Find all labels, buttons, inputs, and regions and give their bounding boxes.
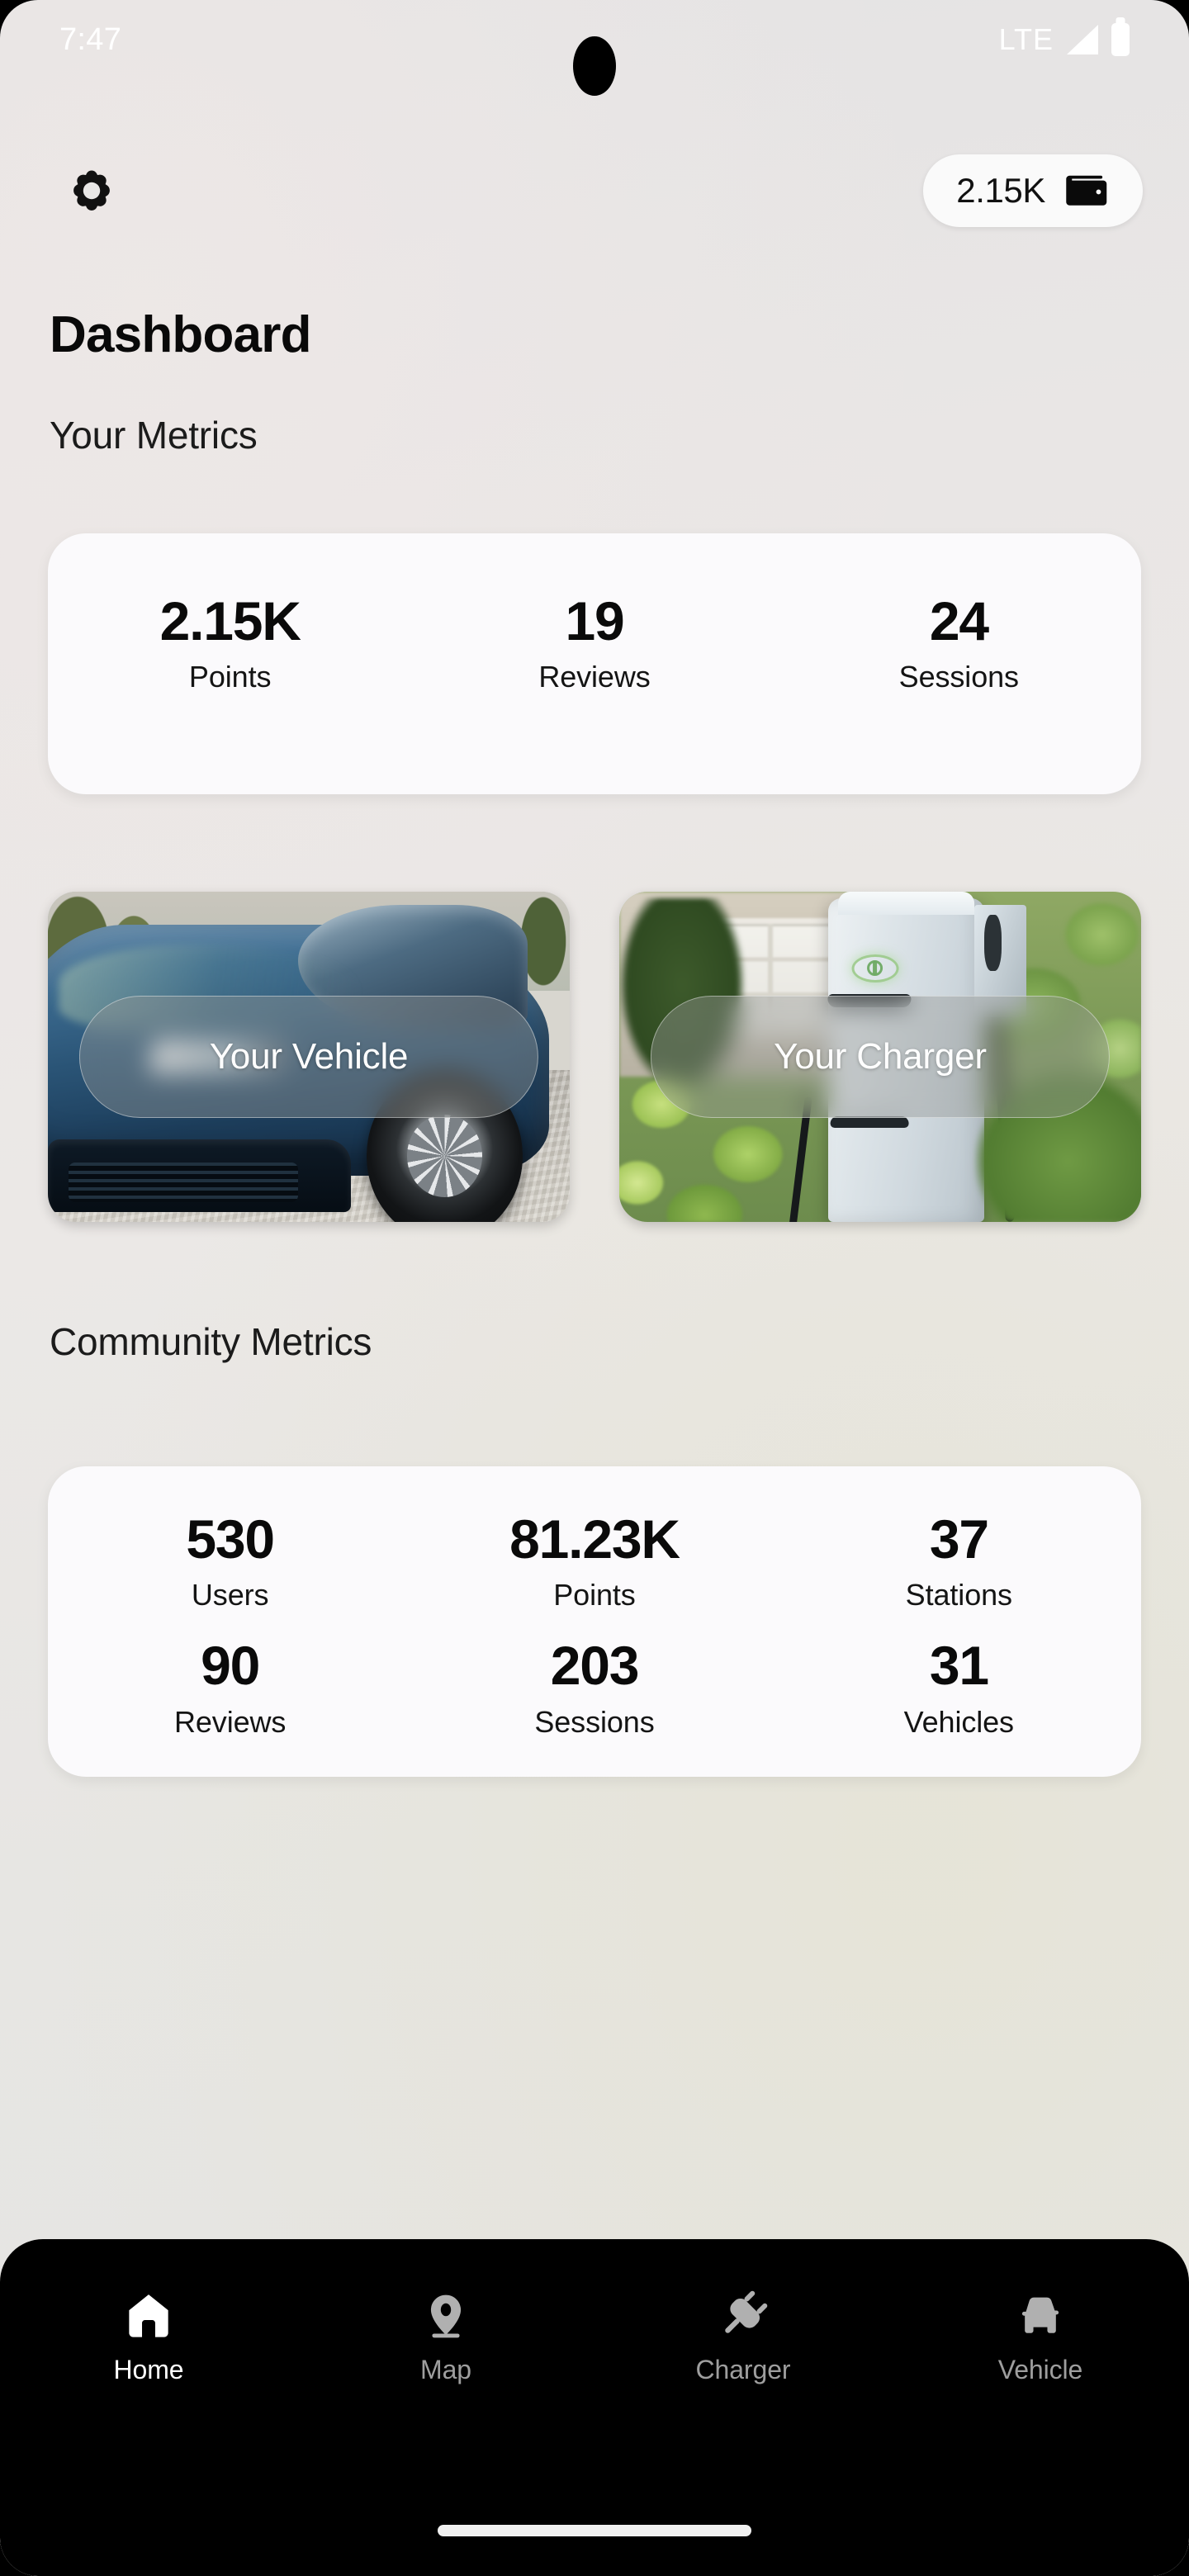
wallet-icon <box>1066 175 1107 206</box>
your-vehicle-tile[interactable]: Your Vehicle <box>48 892 570 1222</box>
metric-value: 81.23K <box>509 1508 680 1570</box>
nav-item-vehicle[interactable]: Vehicle <box>892 2280 1189 2385</box>
bottom-navigation-bar: Home Map Charger Vehicle <box>0 2239 1189 2576</box>
home-indicator <box>438 2525 751 2536</box>
metric-value: 24 <box>929 590 989 651</box>
page-title: Dashboard <box>50 306 311 363</box>
metric-users: 530 Users <box>48 1508 412 1612</box>
your-metrics-heading: Your Metrics <box>50 414 258 457</box>
your-metrics-row: 2.15K Points 19 Reviews 24 Sessions <box>48 533 1141 694</box>
metric-sessions: 203 Sessions <box>412 1635 776 1739</box>
metric-sessions: 24 Sessions <box>777 590 1141 694</box>
home-icon <box>121 2280 176 2343</box>
metric-label: Sessions <box>534 1704 655 1739</box>
car-icon <box>1012 2280 1068 2343</box>
metric-reviews: 19 Reviews <box>412 590 776 694</box>
metric-points: 2.15K Points <box>48 590 412 694</box>
vehicle-tile-pill: Your Vehicle <box>78 996 539 1118</box>
nav-label: Home <box>113 2355 184 2384</box>
charger-status-indicator-icon <box>851 954 899 983</box>
nav-label: Map <box>420 2355 471 2384</box>
nav-item-map[interactable]: Map <box>297 2280 594 2385</box>
metric-value: 2.15K <box>159 590 301 651</box>
metric-label: Stations <box>905 1578 1012 1612</box>
metric-reviews: 90 Reviews <box>48 1635 412 1739</box>
community-metrics-heading: Community Metrics <box>50 1320 372 1363</box>
nav-item-home[interactable]: Home <box>0 2280 297 2385</box>
community-metrics-card: 530 Users 81.23K Points 37 Stations 90 R… <box>48 1466 1141 1777</box>
status-time: 7:47 <box>59 21 122 57</box>
metric-label: Reviews <box>538 660 651 694</box>
charger-side-slot <box>984 915 1002 971</box>
your-metrics-card: 2.15K Points 19 Reviews 24 Sessions <box>48 533 1141 794</box>
metric-label: Points <box>188 660 272 694</box>
your-charger-tile[interactable]: Your Charger <box>619 892 1141 1222</box>
metric-vehicles: 31 Vehicles <box>777 1635 1141 1739</box>
metric-value: 203 <box>550 1635 640 1697</box>
points-balance-value: 2.15K <box>956 171 1045 210</box>
metric-stations: 37 Stations <box>777 1508 1141 1612</box>
vehicle-grille <box>69 1163 299 1202</box>
community-metrics-row-1: 530 Users 81.23K Points 37 Stations <box>48 1466 1141 1612</box>
metric-label: Points <box>553 1578 636 1612</box>
metric-label: Users <box>191 1578 269 1612</box>
charger-pedestal-top <box>838 892 974 915</box>
status-indicators: LTE <box>999 22 1130 57</box>
charger-tile-label: Your Charger <box>774 1036 987 1077</box>
metric-label: Reviews <box>173 1704 287 1739</box>
points-balance-pill[interactable]: 2.15K <box>923 154 1143 227</box>
nav-label: Vehicle <box>997 2355 1083 2384</box>
charger-tile-pill: Your Charger <box>650 996 1111 1118</box>
community-metrics-row-2: 90 Reviews 203 Sessions 31 Vehicles <box>48 1612 1141 1739</box>
metric-value: 530 <box>186 1508 275 1570</box>
camera-punch-hole <box>573 36 616 96</box>
map-pin-icon <box>420 2280 471 2343</box>
metric-label: Vehicles <box>903 1704 1014 1739</box>
battery-icon <box>1111 23 1130 56</box>
metric-value: 19 <box>565 590 624 651</box>
metric-value: 90 <box>201 1635 260 1697</box>
app-bar: 2.15K <box>0 145 1189 236</box>
vehicle-tile-label: Your Vehicle <box>209 1036 409 1077</box>
nav-label: Charger <box>695 2355 791 2384</box>
network-type-label: LTE <box>998 22 1054 56</box>
metric-points: 81.23K Points <box>412 1508 776 1612</box>
nav-item-charger[interactable]: Charger <box>594 2280 892 2385</box>
app-screen: 7:47 LTE 2.15K Dashboard Your Metrics 2.… <box>0 0 1189 2576</box>
metric-label: Sessions <box>898 660 1019 694</box>
signal-bars-icon <box>1067 25 1098 54</box>
metric-value: 37 <box>929 1508 989 1570</box>
bottom-nav-items: Home Map Charger Vehicle <box>0 2239 1189 2385</box>
settings-button[interactable] <box>46 145 137 236</box>
metric-value: 31 <box>929 1635 989 1697</box>
gear-icon <box>73 170 110 211</box>
power-plug-icon <box>714 2280 772 2343</box>
